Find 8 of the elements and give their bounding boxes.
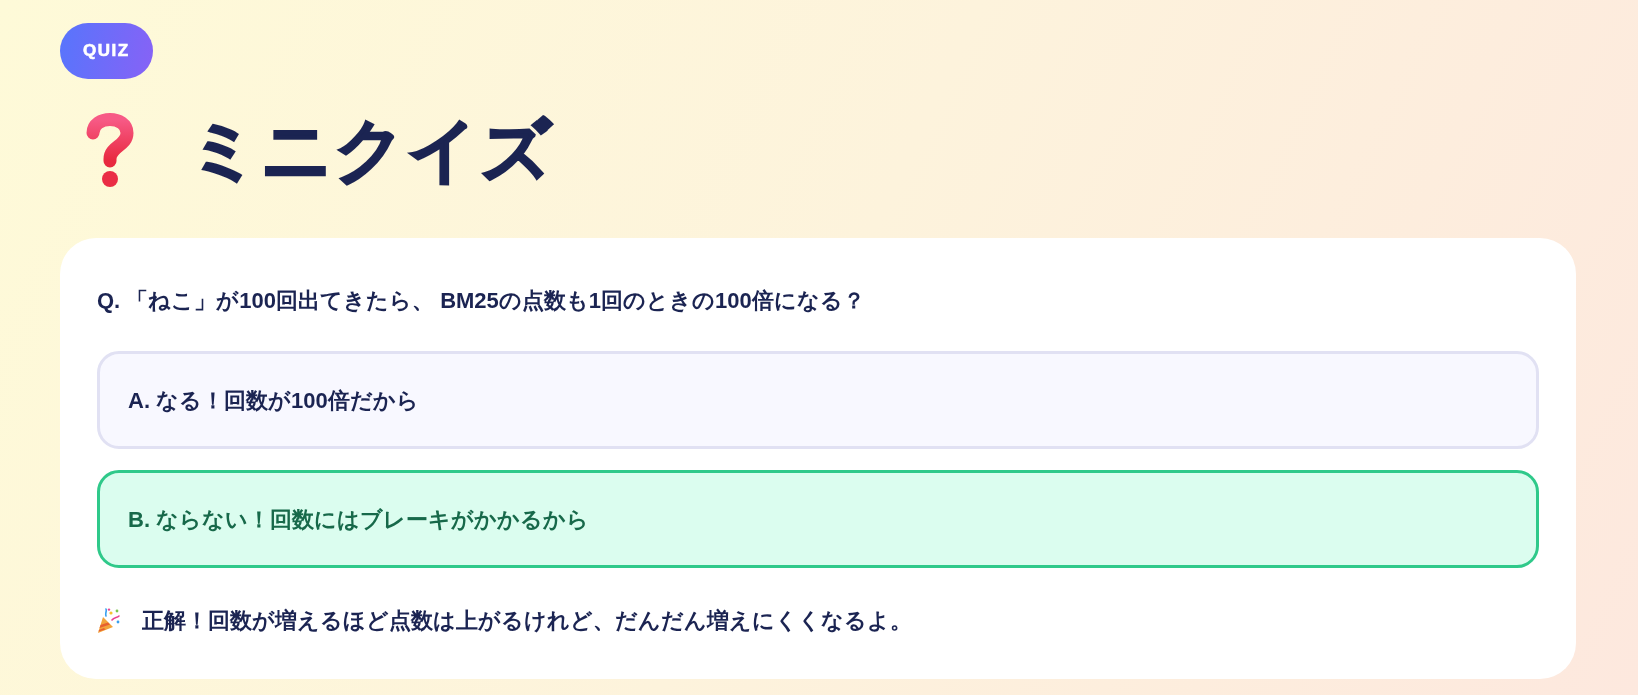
answer-option[interactable]: A. なる！回数が100倍だから xyxy=(97,351,1539,449)
party-popper-icon xyxy=(97,607,121,634)
answer-option[interactable]: B. ならない！回数にはブレーキがかかるから xyxy=(97,470,1539,568)
question-text: Q. 「ねこ」が100回出てきたら、 BM25の点数も1回のときの100倍になる？ xyxy=(97,287,866,315)
page-title: ミニクイズ xyxy=(188,110,553,191)
feedback-text: 正解！回数が増えるほど点数は上がるけれど、だんだん増えにくくなるよ。 xyxy=(142,607,912,635)
question-mark-icon xyxy=(86,113,134,187)
quiz-badge: QUIZ xyxy=(60,23,153,79)
